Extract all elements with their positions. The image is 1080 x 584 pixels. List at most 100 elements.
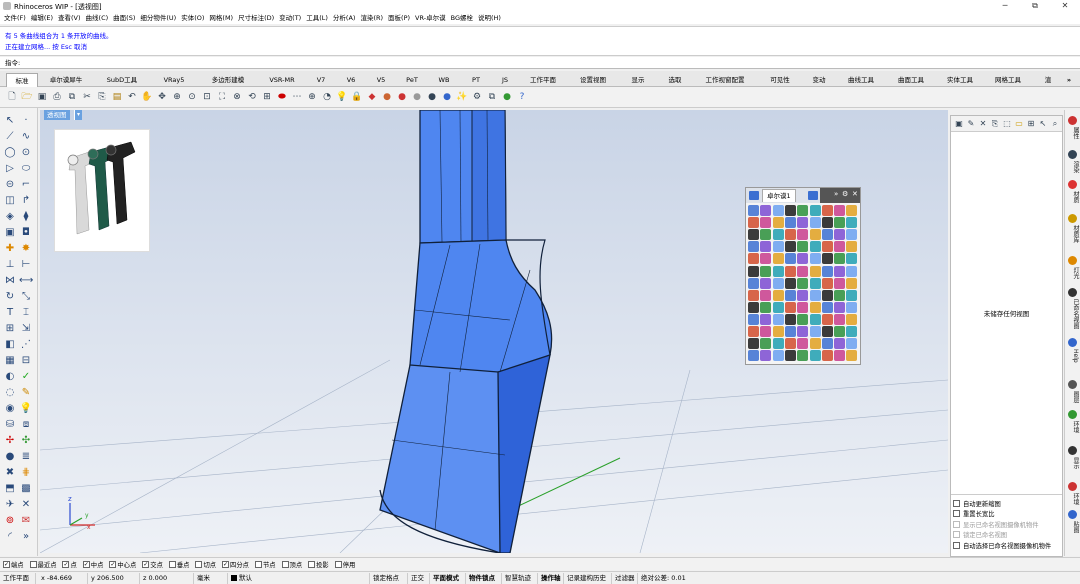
rendered-sphere-icon[interactable]: ● (426, 91, 438, 103)
tab-cplane[interactable]: 工作平面 (520, 73, 566, 87)
tool-icon[interactable] (846, 253, 858, 265)
help-icon[interactable]: ? (516, 91, 528, 103)
reference-image[interactable] (54, 129, 150, 252)
osnap-option[interactable]: 最近点 (29, 560, 56, 569)
floating-panel-titlebar[interactable]: 卓尔谟1 » ⚙ ✕ (746, 188, 860, 203)
tool-icon[interactable] (784, 217, 796, 229)
osnap-option[interactable]: 中心点 (109, 560, 136, 569)
menu-help[interactable]: 说明(H) (478, 12, 501, 24)
tool-icon[interactable] (821, 241, 833, 253)
tool-icon[interactable] (784, 205, 796, 216)
tool-icon[interactable] (809, 277, 821, 289)
fillet-icon[interactable]: ◫ (3, 194, 17, 208)
tab-surface-tools[interactable]: 曲面工具 (888, 73, 934, 87)
reset-aspect-option[interactable]: 重置长宽比 (951, 509, 1062, 520)
tool-icon[interactable] (797, 217, 809, 229)
checkbox[interactable] (308, 560, 316, 568)
menu-surface[interactable]: 曲面(S) (113, 12, 135, 24)
panel-more-button[interactable]: » (834, 190, 838, 198)
group-icon[interactable]: ⧉ (486, 91, 498, 103)
tool-icon[interactable] (748, 289, 759, 301)
tab-mesh-tools[interactable]: 网格工具 (986, 73, 1030, 87)
tool-icon[interactable] (772, 253, 784, 265)
tab-vsr[interactable]: VSR-MR (260, 73, 304, 87)
edit-view-icon[interactable]: ✎ (965, 118, 977, 130)
side-tab[interactable]: 属性 (1067, 127, 1079, 139)
tool-icon[interactable] (772, 265, 784, 277)
menu-curve[interactable]: 曲线(C) (86, 12, 109, 24)
close-icon[interactable]: ✕ (852, 190, 858, 198)
gear-icon[interactable]: ⚙ (842, 190, 848, 198)
tool-icon[interactable] (748, 313, 759, 325)
tool-icon[interactable] (821, 265, 833, 277)
tool-icon[interactable] (797, 277, 809, 289)
tool-icon[interactable] (809, 229, 821, 241)
split-icon[interactable]: ⊢ (19, 258, 33, 272)
camera-view-icon[interactable]: ⌕ (1049, 118, 1061, 130)
tool-icon[interactable] (846, 277, 858, 289)
cplane-icon[interactable]: ⬬ (276, 91, 288, 103)
side-tab[interactable]: 已命名视图 (1067, 299, 1079, 329)
auto-select-camera-option[interactable]: 自动选择已命名视图摄像机物件 (951, 540, 1062, 551)
tab-v5[interactable]: V5 (368, 73, 394, 87)
status-planar[interactable]: 平面模式 (430, 573, 466, 584)
menu-vr[interactable]: VR-卓尔谟 (415, 12, 446, 24)
tool-icon[interactable] (834, 326, 846, 337)
tool-icon[interactable] (834, 301, 846, 313)
snap-icon[interactable]: ✕ (19, 498, 33, 512)
undo-icon[interactable]: ↶ (126, 91, 138, 103)
tool-icon[interactable] (760, 326, 772, 337)
tool-icon[interactable] (797, 205, 809, 216)
tool-icon[interactable] (821, 289, 833, 301)
tool-icon[interactable] (797, 229, 809, 241)
tool-icon[interactable] (846, 229, 858, 241)
tab-v6[interactable]: V6 (338, 73, 364, 87)
ellipse-icon[interactable]: ⬭ (19, 162, 33, 176)
tool-icon[interactable] (772, 289, 784, 301)
tool-icon[interactable] (846, 265, 858, 277)
tool-icon[interactable] (846, 217, 858, 229)
checkbox[interactable] (3, 560, 10, 568)
checkbox[interactable] (195, 560, 203, 568)
tool-icon[interactable] (760, 277, 772, 289)
surface-icon[interactable]: ◈ (3, 210, 17, 224)
tool-icon[interactable] (821, 326, 833, 337)
frame-view-icon[interactable]: ⬚ (1001, 118, 1013, 130)
tool-icon[interactable] (846, 326, 858, 337)
tab-poly[interactable]: 多边形建模 (200, 73, 256, 87)
menu-edit[interactable]: 编辑(E) (31, 12, 53, 24)
tab-viewport-layout[interactable]: 工作视窗配置 (694, 73, 756, 87)
checkbox[interactable] (281, 560, 289, 568)
tool-icon[interactable] (821, 350, 833, 362)
status-cplane[interactable]: 工作平面 (0, 573, 36, 584)
side-tab[interactable]: 材质库 (1067, 225, 1079, 243)
tool-icon[interactable] (772, 217, 784, 229)
tool-icon[interactable] (748, 229, 759, 241)
side-tab[interactable]: 贴图 (1067, 521, 1079, 533)
tool-icon[interactable] (821, 205, 833, 216)
menu-file[interactable]: 文件(F) (4, 12, 26, 24)
tool-icon[interactable] (748, 253, 759, 265)
tool-icon[interactable] (772, 229, 784, 241)
tool-icon[interactable] (772, 313, 784, 325)
auto-update-thumbnail-option[interactable]: 自动更新缩图 (951, 498, 1062, 509)
save-view-icon[interactable]: ▣ (953, 118, 965, 130)
zoom-extents-icon[interactable]: ⊡ (201, 91, 213, 103)
select-points-icon[interactable]: ⋯ (291, 91, 303, 103)
circle-icon[interactable]: ◯ (3, 146, 17, 160)
tab-overflow-button[interactable]: » (1062, 73, 1076, 87)
osnap-option[interactable]: 顶点 (281, 560, 302, 569)
mail-icon[interactable]: ✉ (19, 514, 33, 528)
tool-icon[interactable] (748, 301, 759, 313)
tool-icon[interactable] (760, 217, 772, 229)
tool-icon[interactable] (834, 350, 846, 362)
layer-color-icon[interactable]: ◆ (366, 91, 378, 103)
render-icon[interactable]: ⛁ (3, 418, 17, 432)
tool-icon[interactable] (809, 265, 821, 277)
xform-icon[interactable]: ✖ (3, 466, 17, 480)
tool-icon[interactable] (809, 350, 821, 362)
side-tab[interactable]: 图层 (1067, 391, 1079, 403)
tool-icon[interactable] (748, 326, 759, 337)
bulb-icon[interactable]: 💡 (19, 402, 33, 416)
tab-visibility[interactable]: 可见性 (760, 73, 800, 87)
